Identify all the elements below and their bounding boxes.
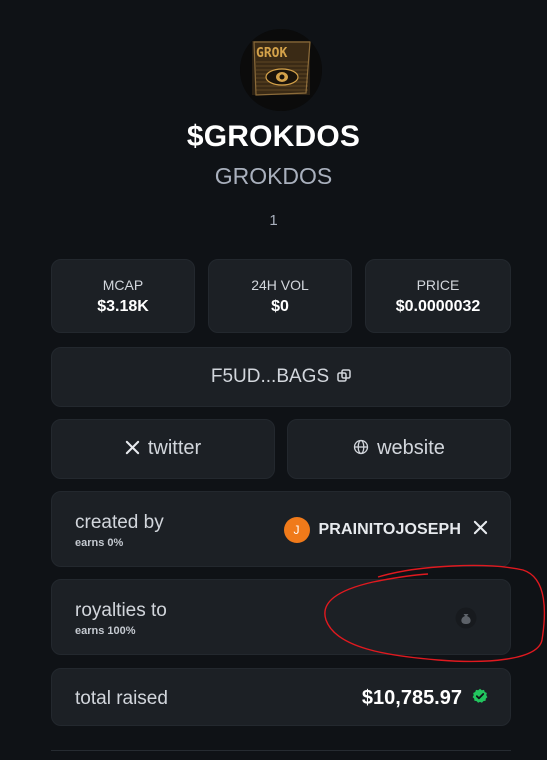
- token-name: GROKDOS: [214, 163, 333, 189]
- website-label: website: [377, 437, 445, 459]
- x-icon[interactable]: [473, 520, 488, 540]
- token-logo: GROK: [240, 29, 322, 111]
- stat-label: 24H VOL: [251, 277, 309, 293]
- contract-address: F5UD...BAGS: [210, 366, 330, 387]
- money-bag-icon: [455, 607, 477, 629]
- divider: [51, 750, 511, 751]
- twitter-label: twitter: [147, 437, 202, 459]
- creator-avatar: J: [283, 517, 310, 543]
- stat-value: $0: [271, 298, 289, 315]
- twitter-button[interactable]: twitter: [51, 419, 275, 479]
- stat-label: MCAP: [102, 277, 144, 293]
- royalties-label: royalties to: [75, 600, 167, 621]
- token-panel: GROK $GROKDOS GROKDOS 1 MCAP $3.18K 24H …: [0, 0, 547, 760]
- stat-label: PRICE: [416, 277, 460, 293]
- svg-text:GROK: GROK: [256, 46, 287, 61]
- stat-price: PRICE $0.0000032: [365, 259, 511, 333]
- stat-mcap: MCAP $3.18K: [51, 259, 195, 333]
- token-symbol: $GROKDOS: [186, 120, 361, 153]
- creator-row: created by earns 0% J PRAINITOJOSEPH: [51, 491, 511, 567]
- token-description: 1: [269, 212, 278, 229]
- stat-24h-vol: 24H VOL $0: [208, 259, 352, 333]
- royalties-row: royalties to earns 100%: [51, 579, 511, 655]
- token-logo-image: GROK: [240, 29, 322, 111]
- copy-icon: [337, 367, 351, 389]
- website-button[interactable]: website: [287, 419, 511, 479]
- contract-address-button[interactable]: F5UD...BAGS: [51, 347, 511, 407]
- creator-username: PRAINITOJOSEPH: [318, 521, 461, 538]
- total-raised-amount: $10,785.97: [361, 687, 462, 709]
- creator-label: created by: [75, 512, 164, 533]
- stat-value: $0.0000032: [395, 298, 481, 315]
- stat-value: $3.18K: [97, 298, 149, 315]
- total-raised-label: total raised: [75, 688, 168, 709]
- x-icon: [125, 437, 148, 459]
- total-raised-row: total raised $10,785.97: [51, 668, 511, 726]
- creator-profile-link[interactable]: J PRAINITOJOSEPH: [283, 517, 488, 543]
- globe-icon: [353, 437, 377, 459]
- royalties-earns: earns 100%: [75, 625, 136, 637]
- creator-earns: earns 0%: [75, 537, 124, 549]
- verified-check-icon: [472, 688, 488, 709]
